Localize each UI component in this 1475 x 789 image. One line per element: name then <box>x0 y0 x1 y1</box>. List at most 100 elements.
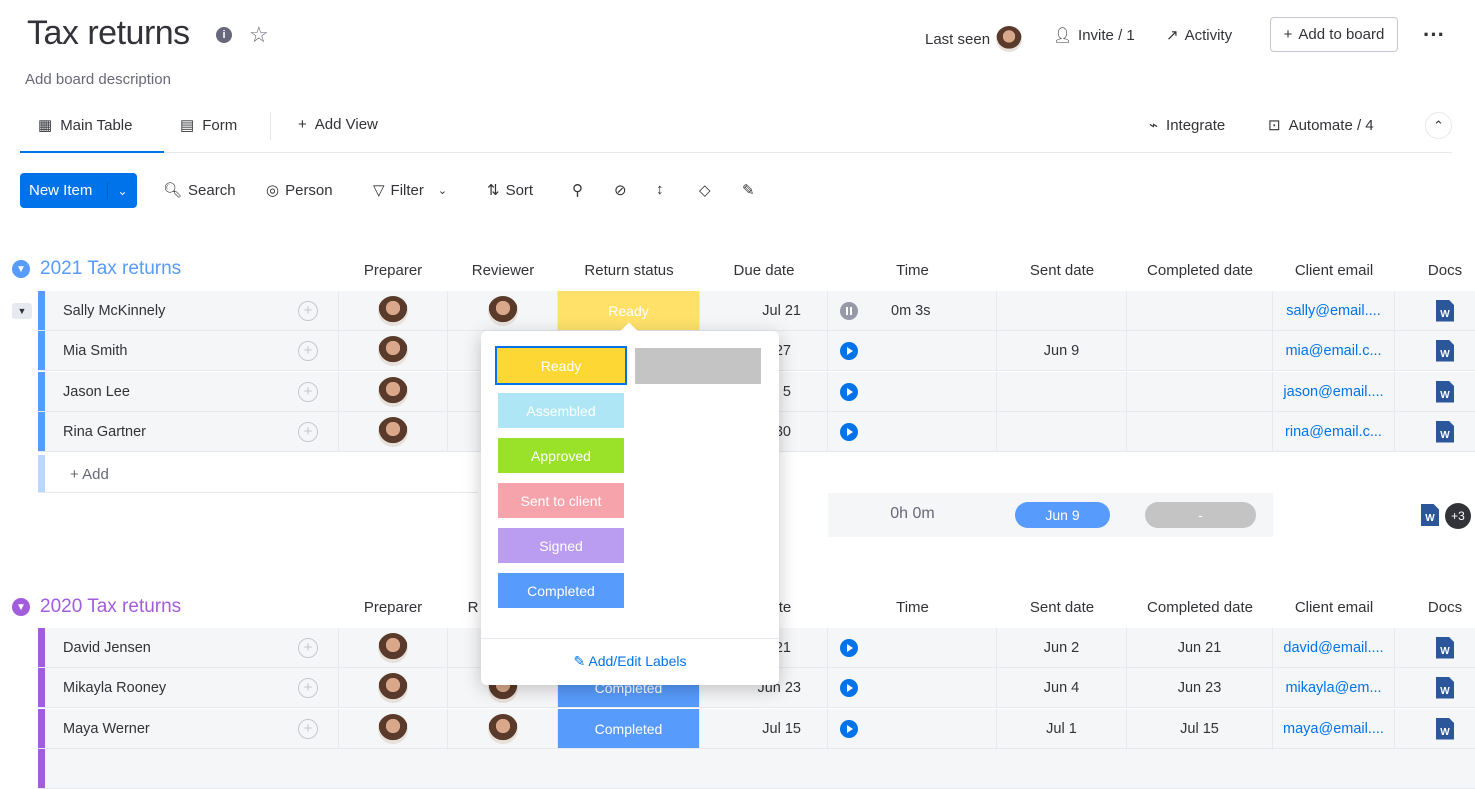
invite-button[interactable]: 👤︎ Invite / 1 <box>1053 26 1135 45</box>
completed-date-cell[interactable] <box>1127 412 1273 451</box>
row-height-icon[interactable]: ↕ <box>656 181 664 198</box>
tab-form[interactable]: ▤ Form <box>180 116 237 135</box>
pause-icon[interactable] <box>840 301 858 320</box>
chevron-down-icon[interactable]: ⌄ <box>438 184 447 197</box>
automate-button[interactable]: ⊡ Automate / 4 <box>1268 116 1374 135</box>
column-header-completed-date[interactable]: Completed date <box>1127 262 1273 279</box>
sent-date-cell[interactable] <box>997 412 1127 451</box>
due-date-cell[interactable]: Jul 21 <box>700 291 828 330</box>
chevron-down-icon[interactable]: ⌄ <box>108 184 137 198</box>
item-name[interactable]: Sally McKinnely <box>63 291 303 330</box>
add-update-icon[interactable]: + <box>298 301 318 321</box>
status-label-option[interactable]: Sent to client <box>498 483 624 518</box>
sent-date-cell[interactable] <box>997 372 1127 411</box>
pin-icon[interactable]: ⚲ <box>572 181 583 199</box>
word-doc-icon[interactable]: W <box>1436 339 1454 362</box>
column-header-sent-date[interactable]: Sent date <box>997 599 1127 616</box>
item-name[interactable]: Mia Smith <box>63 331 303 370</box>
search-button[interactable]: 🔍︎ Search <box>163 181 236 200</box>
play-icon[interactable] <box>840 382 858 401</box>
word-doc-icon[interactable]: W <box>1436 717 1454 740</box>
add-to-board-button[interactable]: + Add to board <box>1270 17 1398 52</box>
play-icon[interactable] <box>840 422 858 441</box>
time-tracking-cell[interactable] <box>828 331 997 370</box>
word-doc-icon[interactable]: W <box>1436 299 1454 322</box>
completed-date-cell[interactable] <box>1127 331 1273 370</box>
docs-cell[interactable]: W <box>1395 372 1475 411</box>
column-header-preparer[interactable]: Preparer <box>338 262 448 279</box>
sent-date-cell[interactable] <box>997 291 1127 330</box>
column-header-preparer[interactable]: Preparer <box>338 599 448 616</box>
item-name[interactable]: Maya Werner <box>63 709 303 748</box>
word-doc-icon[interactable]: W <box>1436 420 1454 443</box>
client-email-cell[interactable]: mikayla@em... <box>1273 668 1395 707</box>
add-update-icon[interactable]: + <box>298 382 318 402</box>
column-header-sent-date[interactable]: Sent date <box>997 262 1127 279</box>
reviewer-cell[interactable] <box>448 709 558 748</box>
row-menu-caret-icon[interactable]: ▼ <box>12 303 32 319</box>
preparer-cell[interactable] <box>338 331 448 370</box>
add-item-label[interactable]: + Add <box>70 466 109 483</box>
docs-cell[interactable]: W <box>1395 412 1475 451</box>
client-email-cell[interactable]: david@email.... <box>1273 628 1395 667</box>
due-date-cell[interactable]: Jul 15 <box>700 709 828 748</box>
column-header-status[interactable]: Return status <box>558 262 700 279</box>
group-title[interactable]: 2021 Tax returns <box>40 258 181 280</box>
status-cell[interactable]: Completed <box>558 709 700 748</box>
integrate-button[interactable]: ⌁ Integrate <box>1149 116 1225 135</box>
preparer-cell[interactable] <box>338 372 448 411</box>
info-icon[interactable]: i <box>216 27 232 43</box>
sort-button[interactable]: ⇅ Sort <box>487 181 533 200</box>
time-tracking-cell[interactable]: 0m 3s <box>828 291 997 330</box>
column-header-reviewer[interactable]: Reviewer <box>448 262 558 279</box>
collapse-header-button[interactable]: ⌃ <box>1425 112 1452 139</box>
client-email-cell[interactable]: maya@email.... <box>1273 709 1395 748</box>
word-doc-icon[interactable]: W <box>1421 504 1439 526</box>
sent-date-cell[interactable]: Jun 2 <box>997 628 1127 667</box>
item-name[interactable]: David Jensen <box>63 628 303 667</box>
star-icon[interactable]: ☆ <box>249 22 269 48</box>
word-doc-icon[interactable]: W <box>1436 636 1454 659</box>
table-row[interactable]: Maya Werner + Completed Jul 15 Jul 1 Jul… <box>38 709 1475 749</box>
sent-date-cell[interactable]: Jun 4 <box>997 668 1127 707</box>
column-header-time[interactable]: Time <box>828 262 997 279</box>
person-filter-button[interactable]: ◎ Person <box>266 181 333 200</box>
preparer-cell[interactable] <box>338 709 448 748</box>
status-label-empty[interactable] <box>635 348 761 384</box>
time-tracking-cell[interactable] <box>828 709 997 748</box>
add-update-icon[interactable]: + <box>298 341 318 361</box>
column-header-client-email[interactable]: Client email <box>1273 262 1395 279</box>
column-header-completed-date[interactable]: Completed date <box>1127 599 1273 616</box>
add-update-icon[interactable]: + <box>298 678 318 698</box>
completed-date-cell[interactable]: Jun 21 <box>1127 628 1273 667</box>
sent-date-cell[interactable]: Jul 1 <box>997 709 1127 748</box>
group-header-2021[interactable]: ▼ 2021 Tax returns <box>12 258 181 280</box>
status-label-option[interactable]: Approved <box>498 438 624 473</box>
group-header-2020[interactable]: ▼ 2020 Tax returns <box>12 596 181 618</box>
group-title[interactable]: 2020 Tax returns <box>40 596 181 618</box>
reviewer-cell[interactable] <box>448 291 558 330</box>
column-header-docs[interactable]: Docs <box>1395 262 1475 279</box>
new-item-button[interactable]: New Item ⌄ <box>20 173 137 208</box>
add-update-icon[interactable]: + <box>298 638 318 658</box>
client-email-cell[interactable]: rina@email.c... <box>1273 412 1395 451</box>
add-update-icon[interactable]: + <box>298 719 318 739</box>
status-label-option[interactable]: Completed <box>498 573 624 608</box>
docs-cell[interactable]: W <box>1395 668 1475 707</box>
preparer-cell[interactable] <box>338 668 448 707</box>
play-icon[interactable] <box>840 638 858 657</box>
add-item-row[interactable]: + Add <box>38 455 478 493</box>
status-label-option[interactable]: Signed <box>498 528 624 563</box>
preparer-cell[interactable] <box>338 412 448 451</box>
preparer-cell[interactable] <box>338 628 448 667</box>
docs-cell[interactable]: W <box>1395 291 1475 330</box>
table-row[interactable]: Sally McKinnely + Ready Jul 21 0m 3s sal… <box>38 291 1475 331</box>
hide-icon[interactable]: ⊘ <box>614 181 627 199</box>
docs-cell[interactable]: W <box>1395 628 1475 667</box>
completed-date-cell[interactable]: Jun 23 <box>1127 668 1273 707</box>
status-label-option[interactable]: Assembled <box>498 393 624 428</box>
sent-date-cell[interactable]: Jun 9 <box>997 331 1127 370</box>
word-doc-icon[interactable]: W <box>1436 676 1454 699</box>
column-header-docs[interactable]: Docs <box>1395 599 1475 616</box>
column-header-due-date[interactable]: Due date <box>700 262 828 279</box>
